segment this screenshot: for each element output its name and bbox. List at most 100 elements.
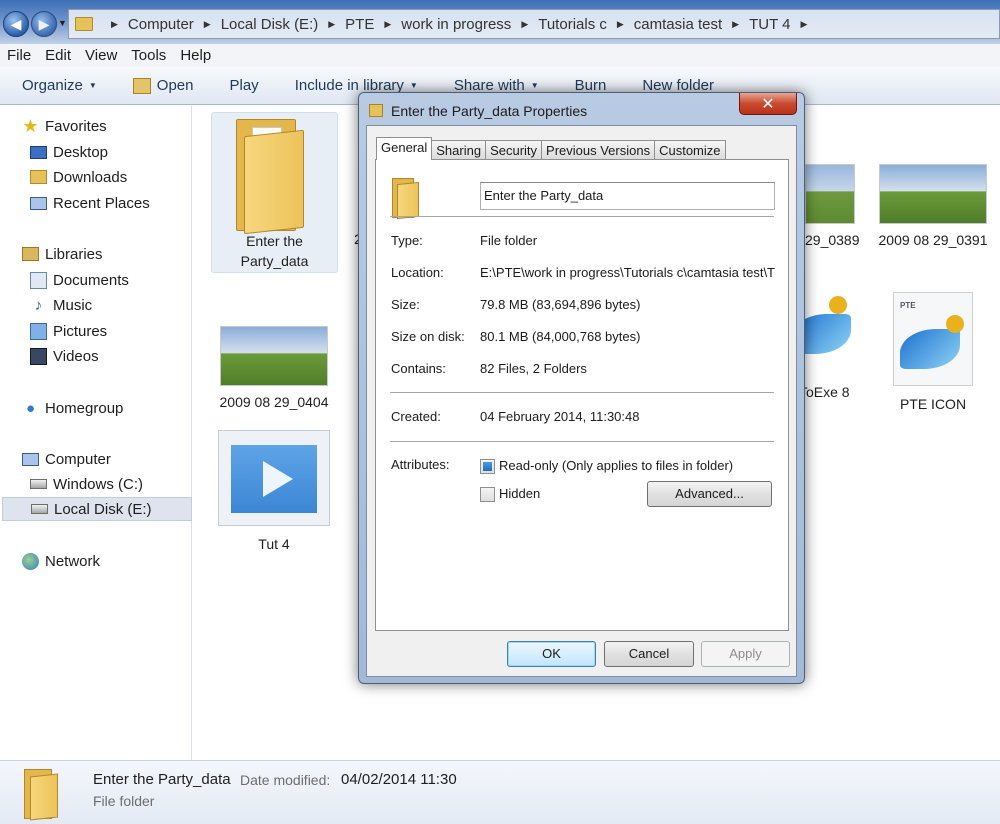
chevron-right-icon[interactable]: ▶ [204,19,211,30]
network-icon [22,552,39,570]
play-button[interactable]: Play [230,77,259,94]
dialog-body: General Sharing Security Previous Versio… [366,125,797,677]
crumb-work-in-progress[interactable]: work in progress [401,16,511,33]
nav-label: Homegroup [45,399,124,417]
file-item-picturestoexe-8[interactable]: ToExe 8 [791,276,863,402]
details-pane: Enter the Party_data Date modified: 04/0… [0,760,1000,824]
folder-icon [369,104,383,117]
nav-network[interactable]: Network [22,549,212,573]
tab-customize[interactable]: Customize [654,140,726,160]
crumb-tutorials-c[interactable]: Tutorials c [538,16,607,33]
menu-bar: File Edit View Tools Help [0,44,1000,67]
crumb-computer[interactable]: Computer [128,16,194,33]
crumb-local-disk[interactable]: Local Disk (E:) [221,16,319,33]
nav-label: Pictures [53,322,108,340]
crumb-tut-4[interactable]: TUT 4 [749,16,790,33]
back-button[interactable]: ◀ [3,11,29,37]
menu-help[interactable]: Help [173,47,218,64]
details-modified-value: 04/02/2014 11:30 [341,771,457,788]
nav-label: Libraries [45,245,103,263]
nav-documents[interactable]: Documents [30,268,220,292]
nav-recent-places[interactable]: Recent Places [30,191,220,215]
nav-windows-c[interactable]: Windows (C:) [30,472,220,496]
contains-label: Contains: [391,361,446,376]
chevron-right-icon[interactable]: ▶ [328,19,335,30]
desktop-icon [30,145,47,159]
chevron-right-icon[interactable]: ▶ [801,19,808,30]
details-name: Enter the Party_data [93,771,231,788]
chevron-right-icon[interactable]: ▶ [732,19,739,30]
organize-button[interactable]: Organize ▼ [22,77,97,94]
chevron-down-icon: ▼ [530,81,539,90]
crumb-pte[interactable]: PTE [345,16,374,33]
menu-tools[interactable]: Tools [124,47,173,64]
nav-label: Computer [45,450,111,468]
folder-icon [230,119,320,235]
chevron-right-icon[interactable]: ▶ [384,19,391,30]
nav-homegroup[interactable]: ● Homegroup [22,396,212,420]
readonly-checkbox[interactable] [480,459,495,474]
nav-desktop[interactable]: Desktop [30,140,220,164]
breadcrumb[interactable]: ▶ Computer ▶ Local Disk (E:) ▶ PTE ▶ wor… [68,9,1000,39]
divider [390,441,774,442]
menu-file[interactable]: File [0,47,38,64]
menu-view[interactable]: View [78,47,124,64]
drive-icon [30,479,47,489]
photo-thumbnail [220,326,328,386]
file-item-2009-08-29-0391[interactable]: 2009 08 29_0391 [875,164,991,250]
hidden-checkbox[interactable] [480,487,495,502]
file-item-enter-the-party-data[interactable]: Enter the Party_data [211,112,338,273]
nav-music[interactable]: ♪ Music [30,293,220,317]
nav-favorites[interactable]: ★ Favorites [22,114,212,138]
chevron-right-icon[interactable]: ▶ [111,19,118,30]
chevron-right-icon[interactable]: ▶ [521,19,528,30]
folder-icon [22,769,62,821]
apply-button[interactable]: Apply [701,641,790,667]
tab-sharing[interactable]: Sharing [431,140,487,160]
recent-pages-dropdown-icon[interactable]: ▼ [58,18,67,28]
videos-icon [30,347,47,365]
open-button[interactable]: Open [132,77,194,94]
file-label: 2009 08 29_0391 [878,232,988,248]
tab-general[interactable]: General [376,137,433,160]
nav-label: Favorites [45,117,107,135]
nav-local-disk-e[interactable]: Local Disk (E:) [2,497,192,521]
location-label: Location: [391,265,444,280]
menu-edit[interactable]: Edit [38,47,78,64]
readonly-label: Read-only (Only applies to files in fold… [499,458,734,473]
forward-button[interactable]: ▶ [31,11,57,37]
file-item-pte-icon[interactable]: PTE PTE ICON [875,292,991,414]
divider [390,392,774,393]
play-icon [263,461,293,497]
music-icon: ♪ [34,296,43,314]
tab-strip: General Sharing Security Previous Versio… [376,137,726,160]
nav-downloads[interactable]: Downloads [30,165,220,189]
documents-icon [30,271,47,289]
homegroup-icon: ● [25,399,36,417]
cancel-button[interactable]: Cancel [604,641,694,667]
file-label: PTE ICON [899,396,967,412]
nav-label: Network [45,552,101,570]
advanced-button[interactable]: Advanced... [647,481,772,507]
chevron-right-icon[interactable]: ▶ [617,19,624,30]
ok-button[interactable]: OK [507,641,596,667]
nav-label: Windows (C:) [53,475,144,493]
nav-videos[interactable]: Videos [30,344,220,368]
crumb-camtasia-test[interactable]: camtasia test [634,16,722,33]
nav-libraries[interactable]: Libraries [22,242,212,266]
nav-computer[interactable]: Computer [22,447,212,471]
file-item-tut-4[interactable]: Tut 4 [215,430,333,554]
nav-label: Desktop [53,143,109,161]
chevron-down-icon: ▼ [88,81,97,90]
type-label: Type: [391,233,423,248]
folder-name-field[interactable]: Enter the Party_data [480,182,775,210]
file-item-2009-08-29-0389[interactable]: 29_0389 [805,164,860,250]
tab-security[interactable]: Security [485,140,543,160]
open-label: Open [156,77,194,94]
nav-pictures[interactable]: Pictures [30,319,220,343]
tab-previous-versions[interactable]: Previous Versions [541,140,656,160]
file-item-2009-08-29-0404[interactable]: 2009 08 29_0404 [215,326,333,412]
size-on-disk-value: 80.1 MB (84,000,768 bytes) [480,329,641,344]
play-label: Play [229,77,259,94]
close-button[interactable]: ✕ [739,93,797,115]
